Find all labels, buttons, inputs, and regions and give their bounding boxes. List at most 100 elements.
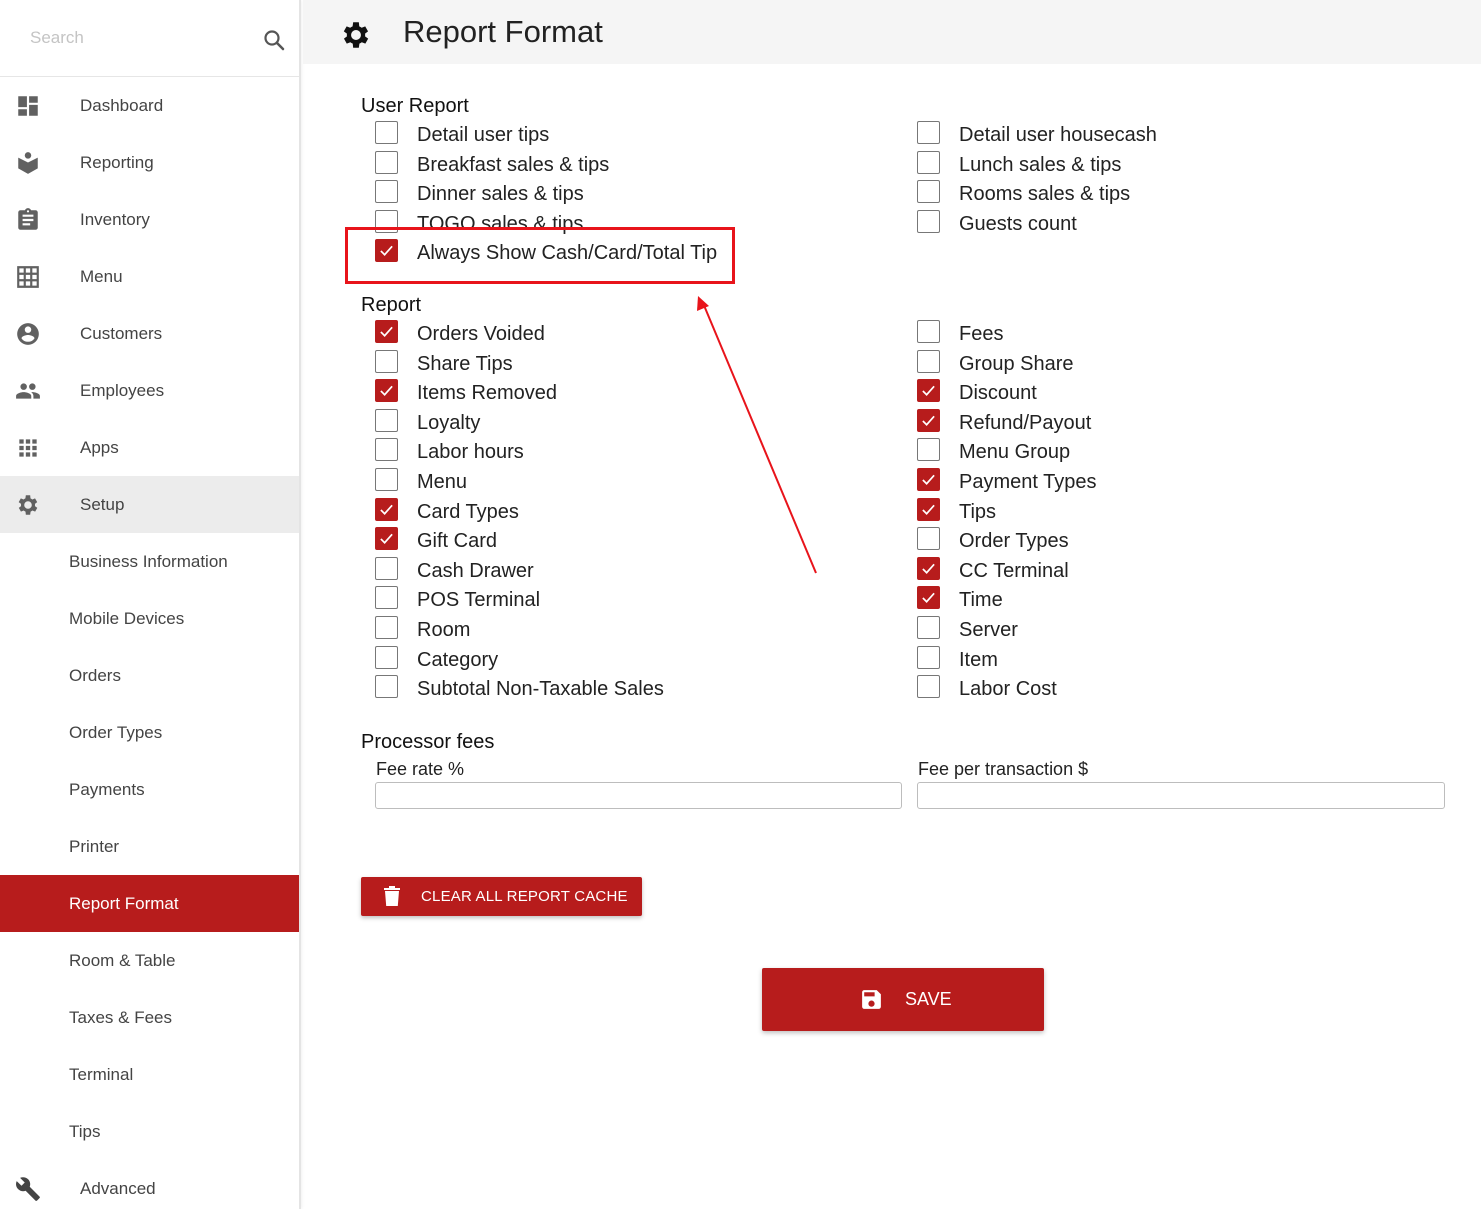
checkbox-checked-icon[interactable]: [375, 497, 398, 521]
sidebar-item-terminal[interactable]: Terminal: [0, 1046, 299, 1103]
checkbox-gift-card[interactable]: Gift Card: [375, 527, 855, 555]
checkbox-refund-payout[interactable]: Refund/Payout: [917, 408, 1397, 437]
sidebar-item-report-format[interactable]: Report Format: [0, 875, 299, 932]
checkbox-unchecked-icon[interactable]: [917, 527, 940, 551]
sidebar-item-payments[interactable]: Payments: [0, 761, 299, 818]
checkbox-time[interactable]: Time: [917, 586, 1397, 614]
sidebar-item-taxes-fees[interactable]: Taxes & Fees: [0, 989, 299, 1046]
checkbox-checked-icon[interactable]: [917, 379, 940, 403]
fee-rate-input[interactable]: [375, 782, 902, 809]
checkbox-unchecked-icon[interactable]: [375, 180, 398, 204]
checkbox-checked-icon[interactable]: [917, 497, 940, 521]
checkbox-unchecked-icon[interactable]: [917, 616, 940, 639]
sidebar-item-advanced[interactable]: Advanced: [0, 1160, 299, 1209]
checkbox-loyalty[interactable]: Loyalty: [375, 408, 855, 437]
checkbox-guests-count[interactable]: Guests count: [917, 209, 1397, 238]
checkbox-menu[interactable]: Menu: [375, 468, 855, 496]
checkbox-rooms-sales-tips[interactable]: Rooms sales & tips: [917, 180, 1397, 208]
sidebar-item-business-information[interactable]: Business Information: [0, 533, 299, 590]
sidebar-item-orders[interactable]: Orders: [0, 647, 299, 704]
checkbox-items-removed[interactable]: Items Removed: [375, 379, 855, 407]
sidebar-item-reporting[interactable]: Reporting: [0, 134, 299, 191]
checkbox-group-share[interactable]: Group Share: [917, 349, 1397, 378]
search-input[interactable]: [0, 0, 299, 76]
checkbox-unchecked-icon[interactable]: [375, 150, 398, 174]
checkbox-unchecked-icon[interactable]: [917, 180, 940, 204]
checkbox-share-tips[interactable]: Share Tips: [375, 349, 855, 378]
clear-report-cache-button[interactable]: CLEAR ALL REPORT CACHE: [361, 877, 642, 916]
sidebar-item-employees[interactable]: Employees: [0, 362, 299, 419]
checkbox-unchecked-icon[interactable]: [917, 349, 940, 373]
checkbox-label: Items Removed: [417, 382, 558, 405]
sidebar-item-label: Apps: [80, 437, 119, 457]
sidebar-item-setup[interactable]: Setup: [0, 476, 299, 533]
checkbox-unchecked-icon[interactable]: [917, 438, 940, 462]
checkbox-category[interactable]: Category: [375, 645, 855, 674]
checkbox-room[interactable]: Room: [375, 616, 855, 644]
checkbox-breakfast-sales-tips[interactable]: Breakfast sales & tips: [375, 150, 855, 179]
checkbox-labor-cost[interactable]: Labor Cost: [917, 675, 1397, 703]
checkbox-label: Room: [417, 619, 471, 641]
checkbox-unchecked-icon[interactable]: [917, 121, 940, 144]
checkbox-checked-icon[interactable]: [917, 468, 940, 491]
checkbox-unchecked-icon[interactable]: [917, 209, 940, 233]
checkbox-subtotal-non-taxable-sales[interactable]: Subtotal Non-Taxable Sales: [375, 675, 855, 703]
checkbox-orders-voided[interactable]: Orders Voided: [375, 320, 855, 348]
checkbox-unchecked-icon[interactable]: [917, 150, 940, 174]
checkbox-label: Item: [959, 648, 998, 671]
sidebar-item-menu[interactable]: Menu: [0, 248, 299, 305]
sidebar-item-tips[interactable]: Tips: [0, 1103, 299, 1160]
checkbox-cash-drawer[interactable]: Cash Drawer: [375, 556, 855, 585]
checkbox-checked-icon[interactable]: [375, 320, 398, 343]
fee-per-transaction-input[interactable]: [917, 782, 1445, 809]
sidebar-item-label: Employees: [80, 380, 165, 400]
checkbox-unchecked-icon[interactable]: [375, 675, 398, 699]
checkbox-payment-types[interactable]: Payment Types: [917, 468, 1397, 496]
checkbox-unchecked-icon[interactable]: [375, 349, 398, 373]
search-icon[interactable]: [262, 28, 286, 52]
checkbox-checked-icon[interactable]: [917, 408, 940, 432]
checkbox-checked-icon[interactable]: [917, 556, 940, 580]
checkbox-unchecked-icon[interactable]: [917, 320, 940, 343]
checkbox-unchecked-icon[interactable]: [375, 438, 398, 462]
sidebar-item-inventory[interactable]: Inventory: [0, 191, 299, 248]
save-button[interactable]: SAVE: [762, 968, 1044, 1031]
sidebar-item-room-table[interactable]: Room & Table: [0, 932, 299, 989]
checkbox-checked-icon[interactable]: [375, 379, 398, 403]
checkbox-labor-hours[interactable]: Labor hours: [375, 438, 855, 466]
checkbox-unchecked-icon[interactable]: [375, 121, 398, 144]
checkbox-unchecked-icon[interactable]: [375, 645, 398, 669]
sidebar-item-apps[interactable]: Apps: [0, 419, 299, 476]
checkbox-checked-icon[interactable]: [917, 586, 940, 610]
checkbox-server[interactable]: Server: [917, 616, 1397, 644]
sidebar-item-order-types[interactable]: Order Types: [0, 704, 299, 761]
checkbox-detail-user-tips[interactable]: Detail user tips: [375, 121, 855, 149]
checkbox-card-types[interactable]: Card Types: [375, 497, 855, 526]
checkbox-menu-group[interactable]: Menu Group: [917, 438, 1397, 466]
sidebar-item-label: Dashboard: [80, 95, 164, 115]
sidebar-item-mobile-devices[interactable]: Mobile Devices: [0, 590, 299, 647]
checkbox-tips[interactable]: Tips: [917, 497, 1397, 526]
checkbox-order-types[interactable]: Order Types: [917, 527, 1397, 555]
checkbox-checked-icon[interactable]: [375, 527, 398, 551]
checkbox-detail-user-housecash[interactable]: Detail user housecash: [917, 121, 1397, 149]
sidebar-item-printer[interactable]: Printer: [0, 818, 299, 875]
checkbox-lunch-sales-tips[interactable]: Lunch sales & tips: [917, 150, 1397, 179]
checkbox-unchecked-icon[interactable]: [375, 556, 398, 580]
sidebar-item-label: Menu: [80, 266, 123, 286]
checkbox-fees[interactable]: Fees: [917, 320, 1397, 348]
checkbox-unchecked-icon[interactable]: [375, 408, 398, 432]
checkbox-cc-terminal[interactable]: CC Terminal: [917, 556, 1397, 585]
checkbox-unchecked-icon[interactable]: [917, 675, 940, 699]
sidebar-item-dashboard[interactable]: Dashboard: [0, 77, 299, 134]
checkbox-unchecked-icon[interactable]: [375, 586, 398, 610]
checkbox-label: Share Tips: [417, 352, 513, 375]
checkbox-discount[interactable]: Discount: [917, 379, 1397, 407]
checkbox-dinner-sales-tips[interactable]: Dinner sales & tips: [375, 180, 855, 208]
checkbox-unchecked-icon[interactable]: [375, 468, 398, 491]
checkbox-item[interactable]: Item: [917, 645, 1397, 674]
checkbox-unchecked-icon[interactable]: [375, 616, 398, 639]
sidebar-item-customers[interactable]: Customers: [0, 305, 299, 362]
checkbox-unchecked-icon[interactable]: [917, 645, 940, 669]
checkbox-pos-terminal[interactable]: POS Terminal: [375, 586, 855, 614]
